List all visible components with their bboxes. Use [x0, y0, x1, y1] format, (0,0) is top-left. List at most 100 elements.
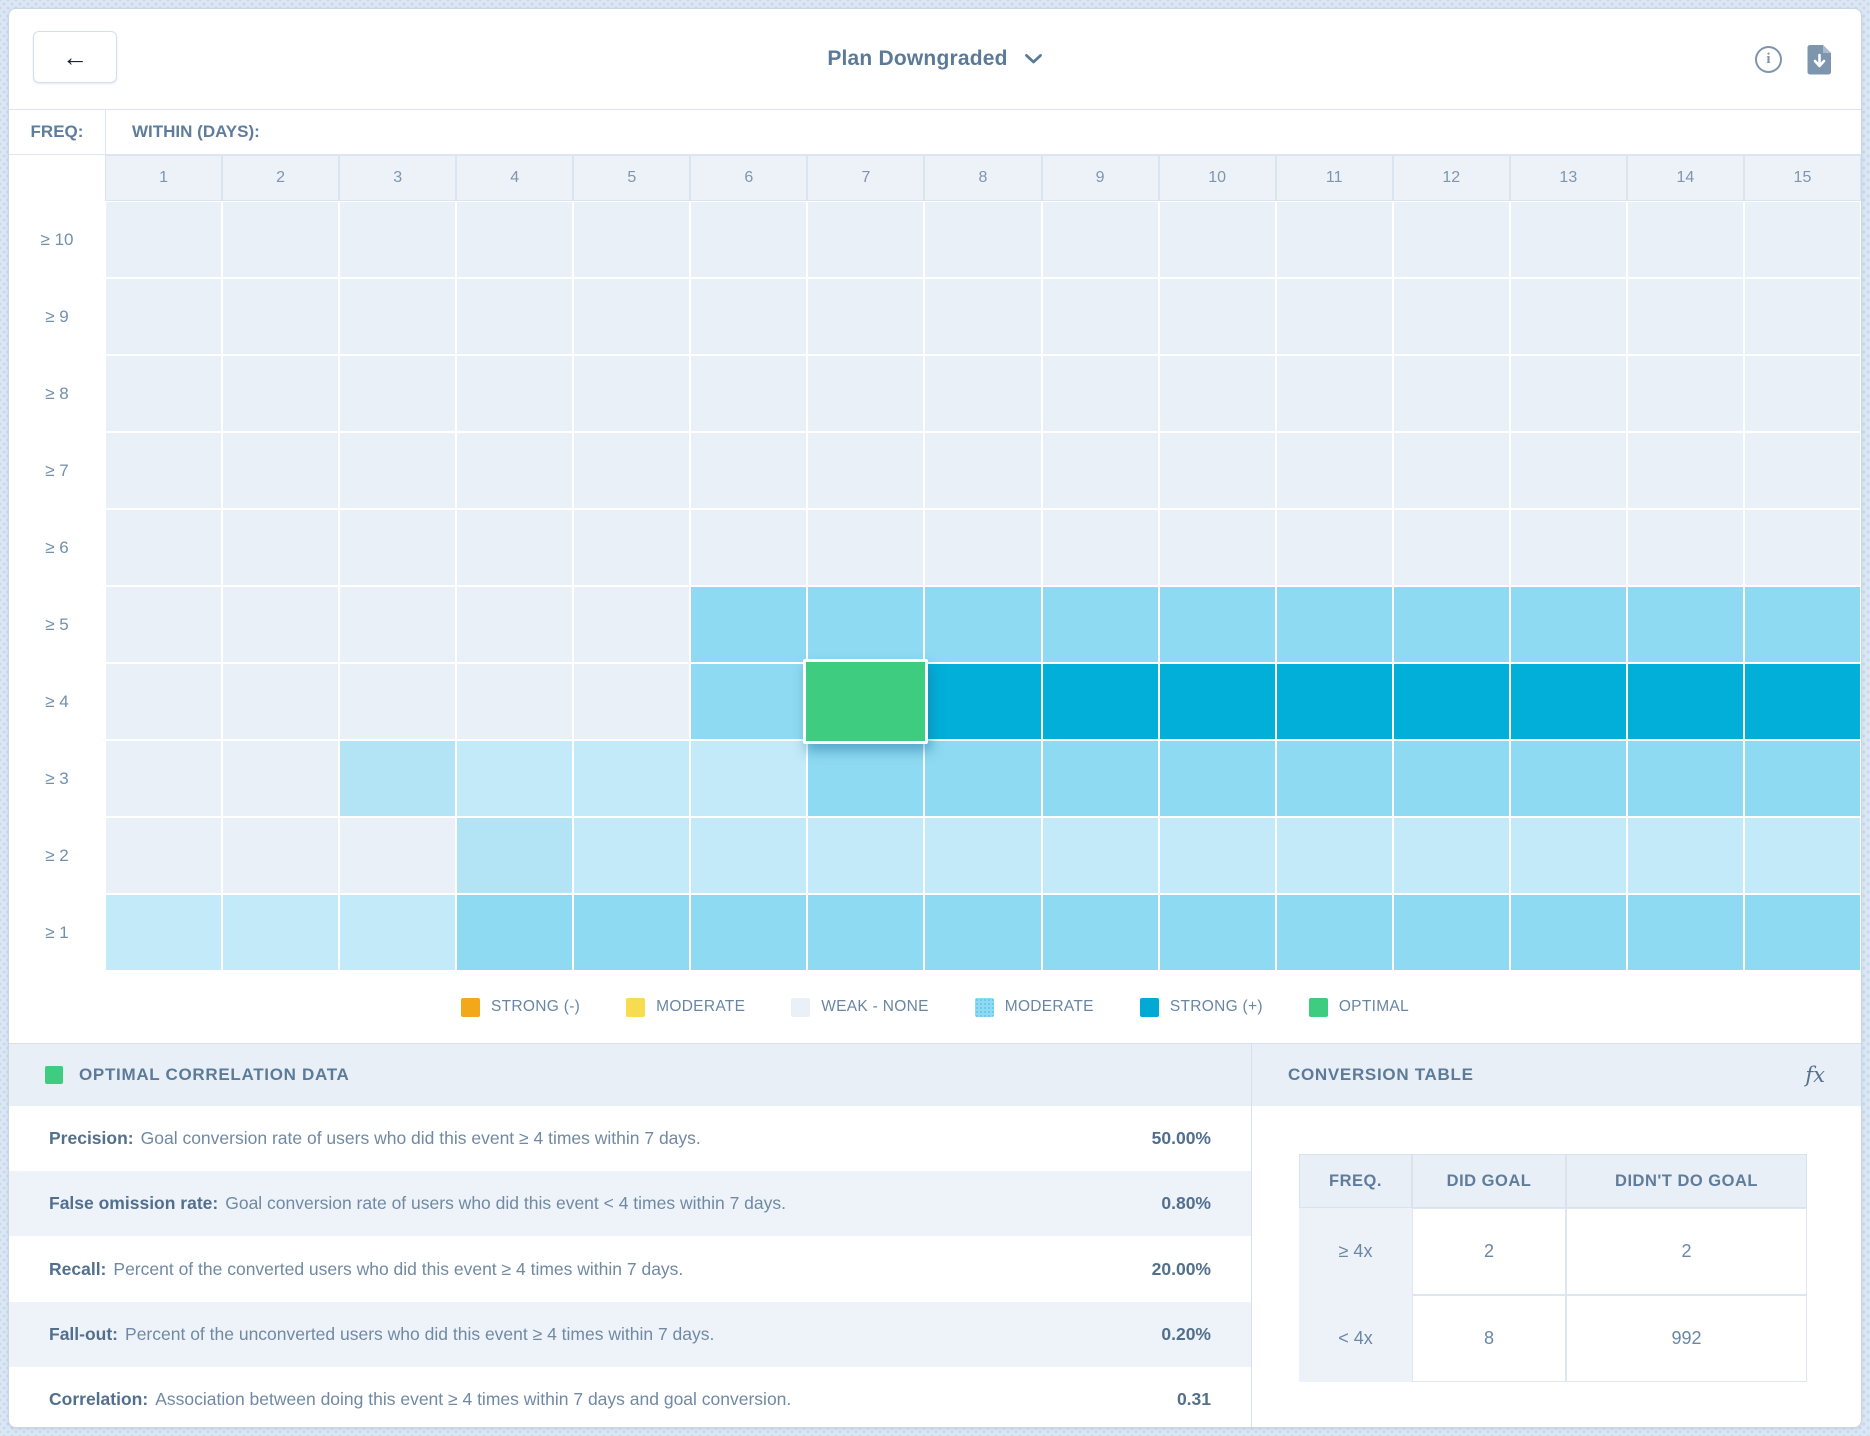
heatmap-cell[interactable] [456, 201, 573, 278]
heatmap-cell[interactable] [222, 586, 339, 663]
heatmap-cell[interactable] [573, 817, 690, 894]
heatmap-cell[interactable] [222, 817, 339, 894]
heatmap-cell[interactable] [807, 740, 924, 817]
heatmap-cell[interactable] [573, 663, 690, 740]
heatmap-cell[interactable] [1042, 586, 1159, 663]
heatmap-cell[interactable] [1627, 740, 1744, 817]
heatmap-cell[interactable] [573, 740, 690, 817]
heatmap-cell[interactable] [807, 663, 924, 740]
heatmap-cell[interactable] [807, 817, 924, 894]
heatmap-cell[interactable] [690, 894, 807, 971]
heatmap-cell[interactable] [456, 355, 573, 432]
heatmap-cell[interactable] [339, 432, 456, 509]
heatmap-cell[interactable] [690, 509, 807, 586]
heatmap-cell[interactable] [1393, 740, 1510, 817]
heatmap-cell[interactable] [1627, 201, 1744, 278]
heatmap-cell[interactable] [1159, 663, 1276, 740]
heatmap-cell[interactable] [1744, 509, 1861, 586]
heatmap-cell[interactable] [1510, 817, 1627, 894]
heatmap-cell[interactable] [222, 201, 339, 278]
heatmap-cell[interactable] [456, 432, 573, 509]
heatmap-cell[interactable] [1159, 740, 1276, 817]
heatmap-cell[interactable] [1276, 740, 1393, 817]
formula-fx-icon[interactable]: fx [1805, 1063, 1825, 1087]
heatmap-cell[interactable] [1393, 355, 1510, 432]
heatmap-cell[interactable] [222, 740, 339, 817]
optimal-selected-cell[interactable] [803, 659, 928, 744]
heatmap-cell[interactable] [1627, 509, 1744, 586]
heatmap-cell[interactable] [1276, 355, 1393, 432]
heatmap-cell[interactable] [1276, 586, 1393, 663]
heatmap-cell[interactable] [924, 201, 1041, 278]
heatmap-cell[interactable] [573, 509, 690, 586]
heatmap-cell[interactable] [1510, 586, 1627, 663]
heatmap-cell[interactable] [339, 586, 456, 663]
heatmap-cell[interactable] [690, 355, 807, 432]
heatmap-cell[interactable] [105, 817, 222, 894]
heatmap-cell[interactable] [339, 278, 456, 355]
heatmap-cell[interactable] [1159, 509, 1276, 586]
heatmap-cell[interactable] [573, 894, 690, 971]
heatmap-cell[interactable] [1276, 509, 1393, 586]
heatmap-cell[interactable] [573, 201, 690, 278]
heatmap-cell[interactable] [1510, 432, 1627, 509]
heatmap-cell[interactable] [573, 355, 690, 432]
heatmap-cell[interactable] [690, 278, 807, 355]
heatmap-cell[interactable] [924, 894, 1041, 971]
heatmap-cell[interactable] [1042, 432, 1159, 509]
heatmap-cell[interactable] [1744, 740, 1861, 817]
heatmap-cell[interactable] [456, 663, 573, 740]
heatmap-cell[interactable] [1042, 817, 1159, 894]
heatmap-cell[interactable] [1627, 278, 1744, 355]
heatmap-cell[interactable] [1042, 509, 1159, 586]
heatmap-cell[interactable] [456, 586, 573, 663]
heatmap-cell[interactable] [1627, 817, 1744, 894]
heatmap-cell[interactable] [1744, 817, 1861, 894]
heatmap-cell[interactable] [924, 509, 1041, 586]
heatmap-cell[interactable] [1276, 278, 1393, 355]
heatmap-cell[interactable] [1744, 355, 1861, 432]
heatmap-cell[interactable] [1159, 894, 1276, 971]
heatmap-cell[interactable] [1393, 817, 1510, 894]
heatmap-cell[interactable] [807, 894, 924, 971]
heatmap-cell[interactable] [1744, 278, 1861, 355]
heatmap-cell[interactable] [690, 663, 807, 740]
heatmap-cell[interactable] [690, 817, 807, 894]
heatmap-cell[interactable] [924, 278, 1041, 355]
heatmap-cell[interactable] [1510, 740, 1627, 817]
heatmap-cell[interactable] [924, 355, 1041, 432]
heatmap-cell[interactable] [1393, 509, 1510, 586]
heatmap-cell[interactable] [924, 586, 1041, 663]
heatmap-cell[interactable] [1042, 278, 1159, 355]
heatmap-cell[interactable] [456, 894, 573, 971]
heatmap-cell[interactable] [924, 740, 1041, 817]
heatmap-cell[interactable] [690, 432, 807, 509]
heatmap-cell[interactable] [1627, 432, 1744, 509]
heatmap-cell[interactable] [924, 663, 1041, 740]
heatmap-cell[interactable] [1510, 894, 1627, 971]
heatmap-cell[interactable] [1744, 201, 1861, 278]
heatmap-cell[interactable] [573, 278, 690, 355]
heatmap-cell[interactable] [1159, 586, 1276, 663]
heatmap-cell[interactable] [1744, 663, 1861, 740]
heatmap-cell[interactable] [1159, 201, 1276, 278]
heatmap-cell[interactable] [1042, 355, 1159, 432]
heatmap-cell[interactable] [1627, 663, 1744, 740]
heatmap-cell[interactable] [1510, 663, 1627, 740]
heatmap-cell[interactable] [1276, 201, 1393, 278]
heatmap-cell[interactable] [573, 586, 690, 663]
event-selector[interactable]: Plan Downgraded [827, 47, 1042, 71]
heatmap-cell[interactable] [1393, 663, 1510, 740]
heatmap-cell[interactable] [339, 663, 456, 740]
heatmap-cell[interactable] [105, 278, 222, 355]
heatmap-cell[interactable] [456, 278, 573, 355]
heatmap-cell[interactable] [339, 894, 456, 971]
heatmap-cell[interactable] [222, 663, 339, 740]
heatmap-cell[interactable] [1744, 586, 1861, 663]
heatmap-cell[interactable] [1159, 817, 1276, 894]
heatmap-cell[interactable] [1510, 278, 1627, 355]
heatmap-cell[interactable] [1042, 201, 1159, 278]
heatmap-cell[interactable] [105, 432, 222, 509]
heatmap-cell[interactable] [1510, 201, 1627, 278]
heatmap-cell[interactable] [690, 586, 807, 663]
